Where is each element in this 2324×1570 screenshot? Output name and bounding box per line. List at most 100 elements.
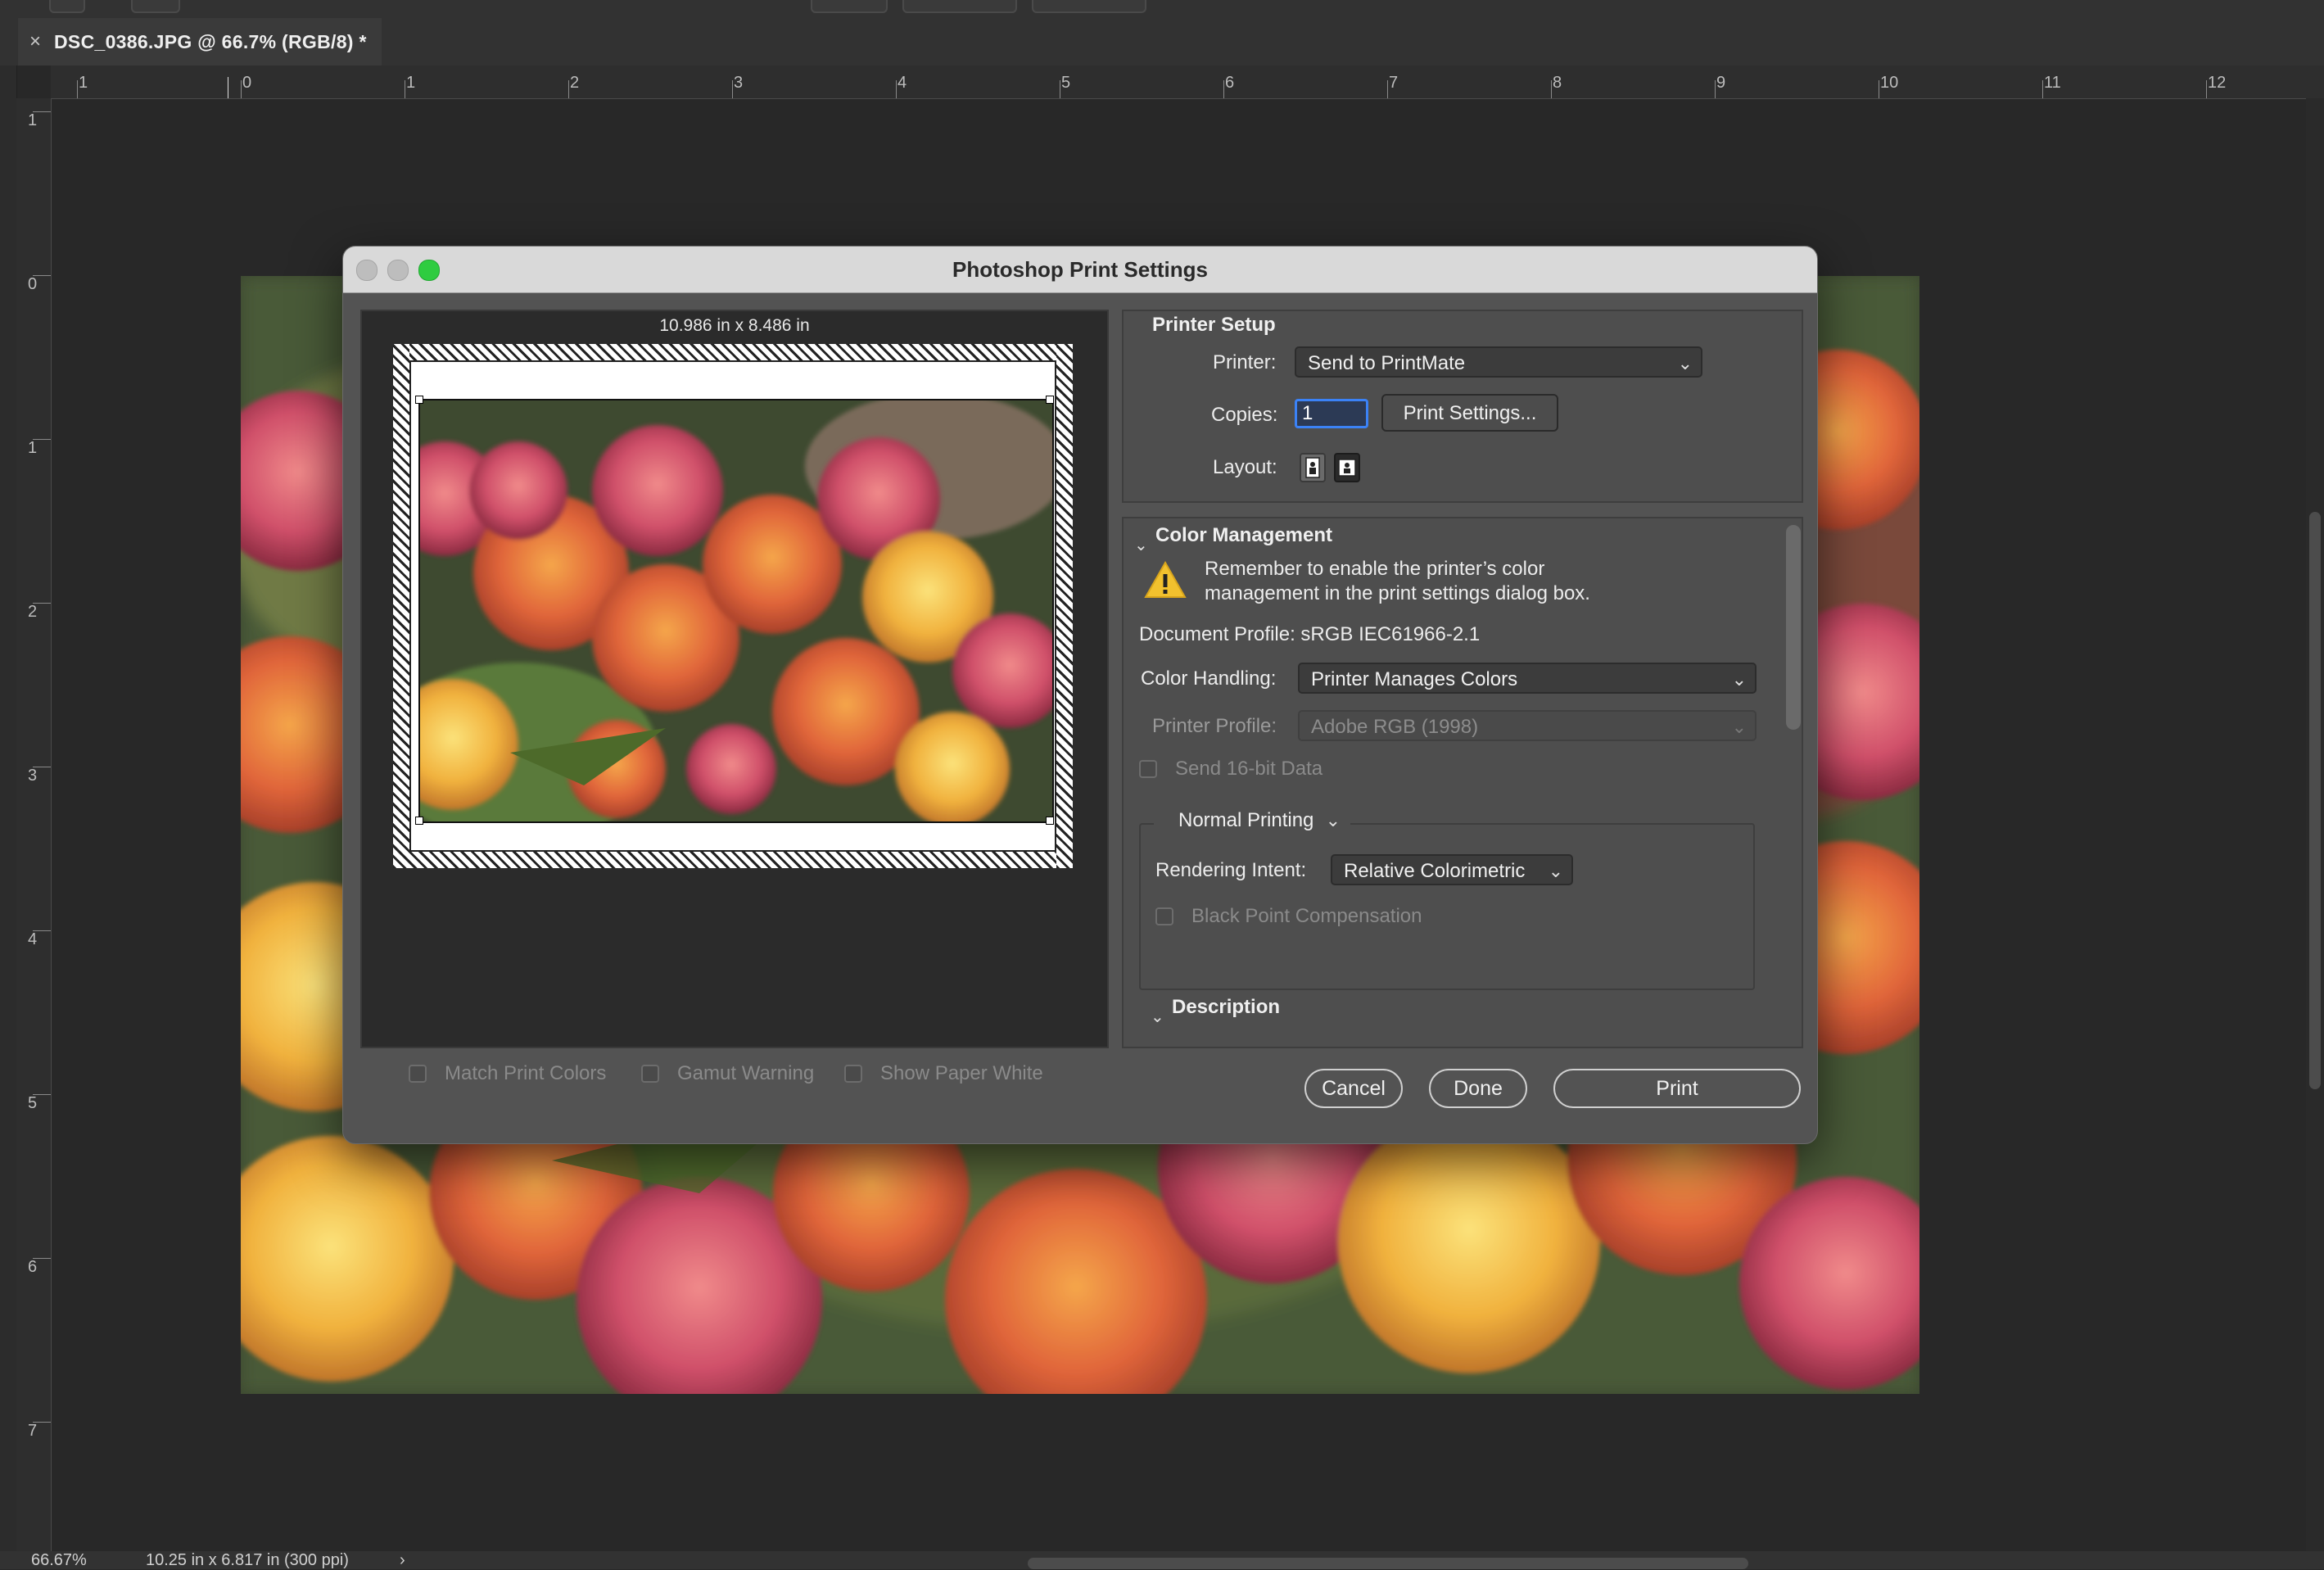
- ruler-tick: [241, 80, 242, 98]
- chevron-down-icon: ⌄: [1325, 810, 1341, 830]
- printer-profile-value: Adobe RGB (1998): [1311, 716, 1479, 738]
- printable-margin-hatch: [393, 852, 1073, 868]
- resize-handle[interactable]: [1046, 817, 1054, 825]
- ruler-label: 8: [1553, 74, 1562, 92]
- ruler-label: 1: [406, 74, 416, 92]
- ruler-label: 4: [897, 74, 907, 92]
- ruler-label: 0: [242, 74, 252, 92]
- print-settings-dialog: Photoshop Print Settings 10.986 in x 8.4…: [342, 246, 1818, 1144]
- ruler-label: 1: [28, 111, 38, 129]
- dialog-title: Photoshop Print Settings: [952, 257, 1208, 282]
- color-handling-select[interactable]: Printer Manages Colors ⌄: [1298, 663, 1757, 694]
- ruler-tick: [2042, 80, 2043, 98]
- resize-handle[interactable]: [1046, 396, 1054, 404]
- done-button[interactable]: Done: [1429, 1069, 1527, 1108]
- color-handling-label: Color Handling:: [1141, 667, 1277, 690]
- horizontal-ruler[interactable]: 1 0 1 2 3 4 5 6 7 8 9 10 11 12: [51, 66, 2324, 99]
- vertical-scrollbar[interactable]: [2306, 98, 2324, 1553]
- gamut-warning-option[interactable]: Gamut Warning: [641, 1062, 814, 1085]
- document-info: 10.25 in x 6.817 in (300 ppi): [146, 1551, 349, 1569]
- printer-select[interactable]: Send to PrintMate ⌄: [1295, 346, 1702, 378]
- close-tab-icon[interactable]: ×: [29, 30, 41, 53]
- printer-setup-header: Printer Setup: [1152, 314, 1276, 336]
- tool-option-button[interactable]: [49, 0, 85, 13]
- ruler-tick: [33, 1094, 51, 1095]
- description-header[interactable]: Description: [1172, 996, 1280, 1019]
- color-handling-value: Printer Manages Colors: [1311, 668, 1518, 690]
- show-paper-white-option[interactable]: Show Paper White: [844, 1062, 1043, 1085]
- tool-option-button[interactable]: [1032, 0, 1146, 13]
- ruler-tick: [33, 1258, 51, 1259]
- black-point-compensation-option: Black Point Compensation: [1155, 905, 1422, 928]
- vertical-ruler[interactable]: 1 0 1 2 3 4 5 6 7: [16, 98, 52, 1553]
- warning-text-line2: management in the print settings dialog …: [1205, 582, 1590, 604]
- printing-mode-value: Normal Printing: [1178, 809, 1314, 831]
- printer-label: Printer:: [1213, 351, 1277, 373]
- panel-scrollbar-thumb[interactable]: [1786, 525, 1801, 730]
- ruler-label: 2: [28, 603, 38, 621]
- ruler-label: 6: [28, 1258, 38, 1276]
- color-management-header[interactable]: Color Management: [1155, 524, 1332, 547]
- ruler-tick: [1387, 80, 1388, 98]
- print-preview-panel: 10.986 in x 8.486 in: [360, 310, 1109, 1048]
- ruler-label: 0: [28, 275, 38, 293]
- zoom-level[interactable]: 66.67%: [31, 1551, 87, 1570]
- document-profile: Document Profile: sRGB IEC61966-2.1: [1139, 623, 1481, 645]
- status-menu-arrow-icon[interactable]: ›: [400, 1551, 405, 1570]
- landscape-layout-icon[interactable]: [1334, 453, 1360, 482]
- ruler-label: 5: [28, 1094, 38, 1112]
- checkbox-label: Show Paper White: [880, 1062, 1043, 1084]
- printing-mode-select[interactable]: Normal Printing ⌄: [1165, 803, 1350, 835]
- rendering-intent-value: Relative Colorimetric: [1344, 860, 1526, 882]
- ruler-label: 6: [1225, 74, 1235, 92]
- resize-handle[interactable]: [415, 396, 423, 404]
- copies-input[interactable]: 1: [1295, 399, 1368, 428]
- copies-label: Copies:: [1211, 404, 1278, 426]
- checkbox-label: Match Print Colors: [445, 1062, 607, 1084]
- match-print-colors-option[interactable]: Match Print Colors: [409, 1062, 606, 1085]
- paper-size-label: 10.986 in x 8.486 in: [659, 316, 810, 335]
- layout-label: Layout:: [1213, 456, 1277, 478]
- printable-margin-hatch: [1056, 344, 1073, 868]
- checkbox[interactable]: [641, 1065, 659, 1083]
- horizontal-scrollbar-thumb[interactable]: [1028, 1558, 1748, 1569]
- checkbox: [1155, 907, 1173, 925]
- ruler-tick: [33, 603, 51, 604]
- ruler-tick: [568, 80, 569, 98]
- ruler-tick: [33, 111, 51, 112]
- tool-option-button[interactable]: [131, 0, 180, 13]
- chevron-down-icon: ⌄: [1731, 669, 1747, 690]
- chevron-down-icon: ⌄: [1548, 861, 1563, 881]
- ruler-tick: [77, 80, 78, 98]
- ruler-tick: [33, 1422, 51, 1423]
- ruler-tick: [1715, 80, 1716, 98]
- dialog-titlebar[interactable]: Photoshop Print Settings: [343, 247, 1817, 293]
- checkbox: [1139, 760, 1157, 778]
- ruler-label: 12: [2208, 74, 2227, 92]
- cancel-button[interactable]: Cancel: [1304, 1069, 1403, 1108]
- tool-option-button[interactable]: [811, 0, 888, 13]
- preview-flower-photo: [420, 400, 1052, 821]
- ruler-label: 2: [570, 74, 580, 92]
- ruler-label: 5: [1061, 74, 1071, 92]
- ruler-tick: [1223, 80, 1224, 98]
- ruler-tick: [1551, 80, 1552, 98]
- chevron-down-icon[interactable]: ⌄: [1134, 535, 1148, 555]
- ruler-label: 11: [2044, 74, 2061, 92]
- resize-handle[interactable]: [415, 817, 423, 825]
- rendering-intent-select[interactable]: Relative Colorimetric ⌄: [1331, 854, 1573, 885]
- print-settings-button[interactable]: Print Settings...: [1381, 394, 1558, 432]
- ruler-tick: [33, 439, 51, 440]
- document-tab-title: DSC_0386.JPG @ 66.7% (RGB/8) *: [54, 30, 367, 52]
- tool-option-button[interactable]: [902, 0, 1017, 13]
- document-tab[interactable]: × DSC_0386.JPG @ 66.7% (RGB/8) *: [18, 18, 382, 66]
- scrollbar-thumb[interactable]: [2309, 512, 2321, 1089]
- checkbox[interactable]: [844, 1065, 862, 1083]
- chevron-down-icon[interactable]: ⌄: [1151, 1007, 1164, 1027]
- print-button[interactable]: Print: [1553, 1069, 1801, 1108]
- preview-image[interactable]: [418, 399, 1054, 823]
- ruler-label: 7: [28, 1422, 38, 1440]
- checkbox[interactable]: [409, 1065, 427, 1083]
- rendering-intent-label: Rendering Intent:: [1155, 859, 1307, 881]
- portrait-layout-icon[interactable]: [1300, 453, 1326, 482]
